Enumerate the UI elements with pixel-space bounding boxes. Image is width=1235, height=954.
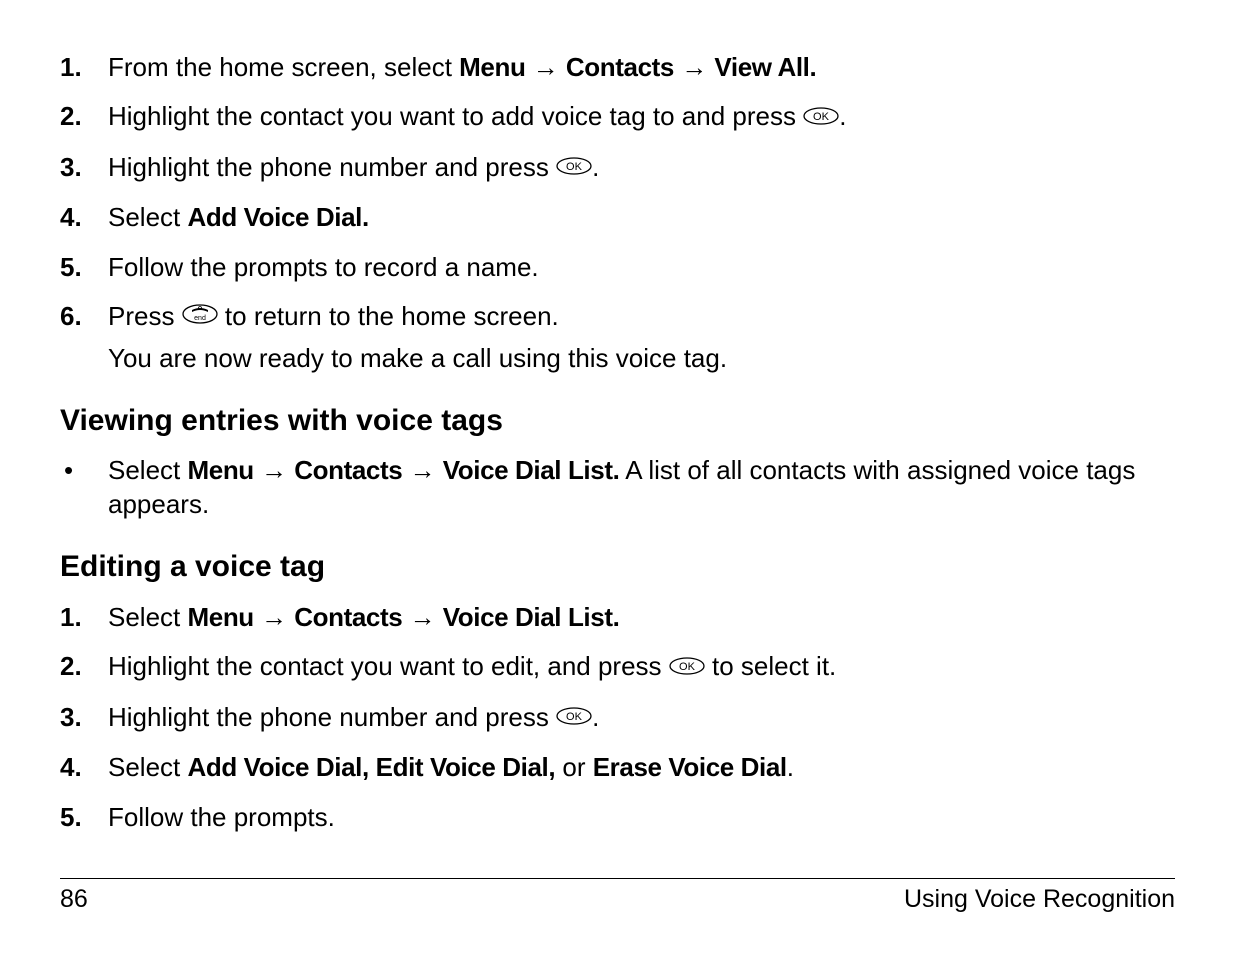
- section-heading-viewing: Viewing entries with voice tags: [60, 404, 1175, 438]
- svg-text:OK: OK: [566, 711, 583, 723]
- section-heading-editing: Editing a voice tag: [60, 550, 1175, 584]
- svg-text:OK: OK: [813, 111, 830, 123]
- step-number: 4.: [60, 200, 82, 235]
- step-item: 3. Highlight the phone number and press …: [60, 150, 1175, 187]
- step-text: Highlight the contact you want to edit, …: [108, 651, 836, 681]
- step-text: Highlight the contact you want to add vo…: [108, 101, 846, 131]
- bullet-list-1: Select Menu → Contacts → Voice Dial List…: [60, 454, 1175, 522]
- end-icon: end: [182, 298, 218, 333]
- step-item: 4. Select Add Voice Dial.: [60, 200, 1175, 235]
- svg-text:OK: OK: [566, 161, 583, 173]
- step-number: 2.: [60, 649, 82, 684]
- step-item: 3. Highlight the phone number and press …: [60, 700, 1175, 737]
- step-text: Follow the prompts to record a name.: [108, 252, 539, 282]
- svg-text:end: end: [194, 315, 206, 322]
- step-text: Select Add Voice Dial.: [108, 202, 369, 232]
- step-text: Select Add Voice Dial, Edit Voice Dial, …: [108, 752, 794, 782]
- ok-icon: OK: [556, 149, 592, 184]
- step-number: 6.: [60, 299, 82, 334]
- steps-list-2: 1. Select Menu → Contacts → Voice Dial L…: [60, 600, 1175, 835]
- step-item: 2. Highlight the contact you want to edi…: [60, 649, 1175, 686]
- document-page: 1. From the home screen, select Menu → C…: [0, 0, 1235, 954]
- step-item: 4. Select Add Voice Dial, Edit Voice Dia…: [60, 750, 1175, 785]
- step-text: Highlight the phone number and press OK.: [108, 152, 599, 182]
- step-number: 5.: [60, 800, 82, 835]
- page-footer: 86 Using Voice Recognition: [60, 878, 1175, 914]
- step-number: 3.: [60, 150, 82, 185]
- step-text: Follow the prompts.: [108, 802, 335, 832]
- bullet-item: Select Menu → Contacts → Voice Dial List…: [60, 454, 1175, 522]
- svg-text:OK: OK: [679, 661, 696, 673]
- step-continuation: You are now ready to make a call using t…: [108, 341, 1175, 376]
- step-item: 5. Follow the prompts to record a name.: [60, 250, 1175, 285]
- page-number: 86: [60, 885, 88, 914]
- step-text: Press end to return to the home screen.: [108, 301, 559, 331]
- step-number: 1.: [60, 600, 82, 635]
- steps-list-1: 1. From the home screen, select Menu → C…: [60, 50, 1175, 376]
- ok-icon: OK: [669, 649, 705, 684]
- step-item: 1. From the home screen, select Menu → C…: [60, 50, 1175, 85]
- ok-icon: OK: [803, 99, 839, 134]
- ok-icon: OK: [556, 699, 592, 734]
- step-number: 5.: [60, 250, 82, 285]
- step-number: 3.: [60, 700, 82, 735]
- step-number: 2.: [60, 99, 82, 134]
- step-number: 4.: [60, 750, 82, 785]
- footer-divider: [60, 878, 1175, 879]
- step-item: 1. Select Menu → Contacts → Voice Dial L…: [60, 600, 1175, 635]
- step-text: From the home screen, select Menu → Cont…: [108, 52, 816, 82]
- step-item: 2. Highlight the contact you want to add…: [60, 99, 1175, 136]
- step-number: 1.: [60, 50, 82, 85]
- step-item: 5. Follow the prompts.: [60, 800, 1175, 835]
- step-text: Highlight the phone number and press OK.: [108, 702, 599, 732]
- step-item: 6. Press end to return to the home scree…: [60, 299, 1175, 377]
- footer-title: Using Voice Recognition: [904, 885, 1175, 914]
- step-text: Select Menu → Contacts → Voice Dial List…: [108, 602, 619, 632]
